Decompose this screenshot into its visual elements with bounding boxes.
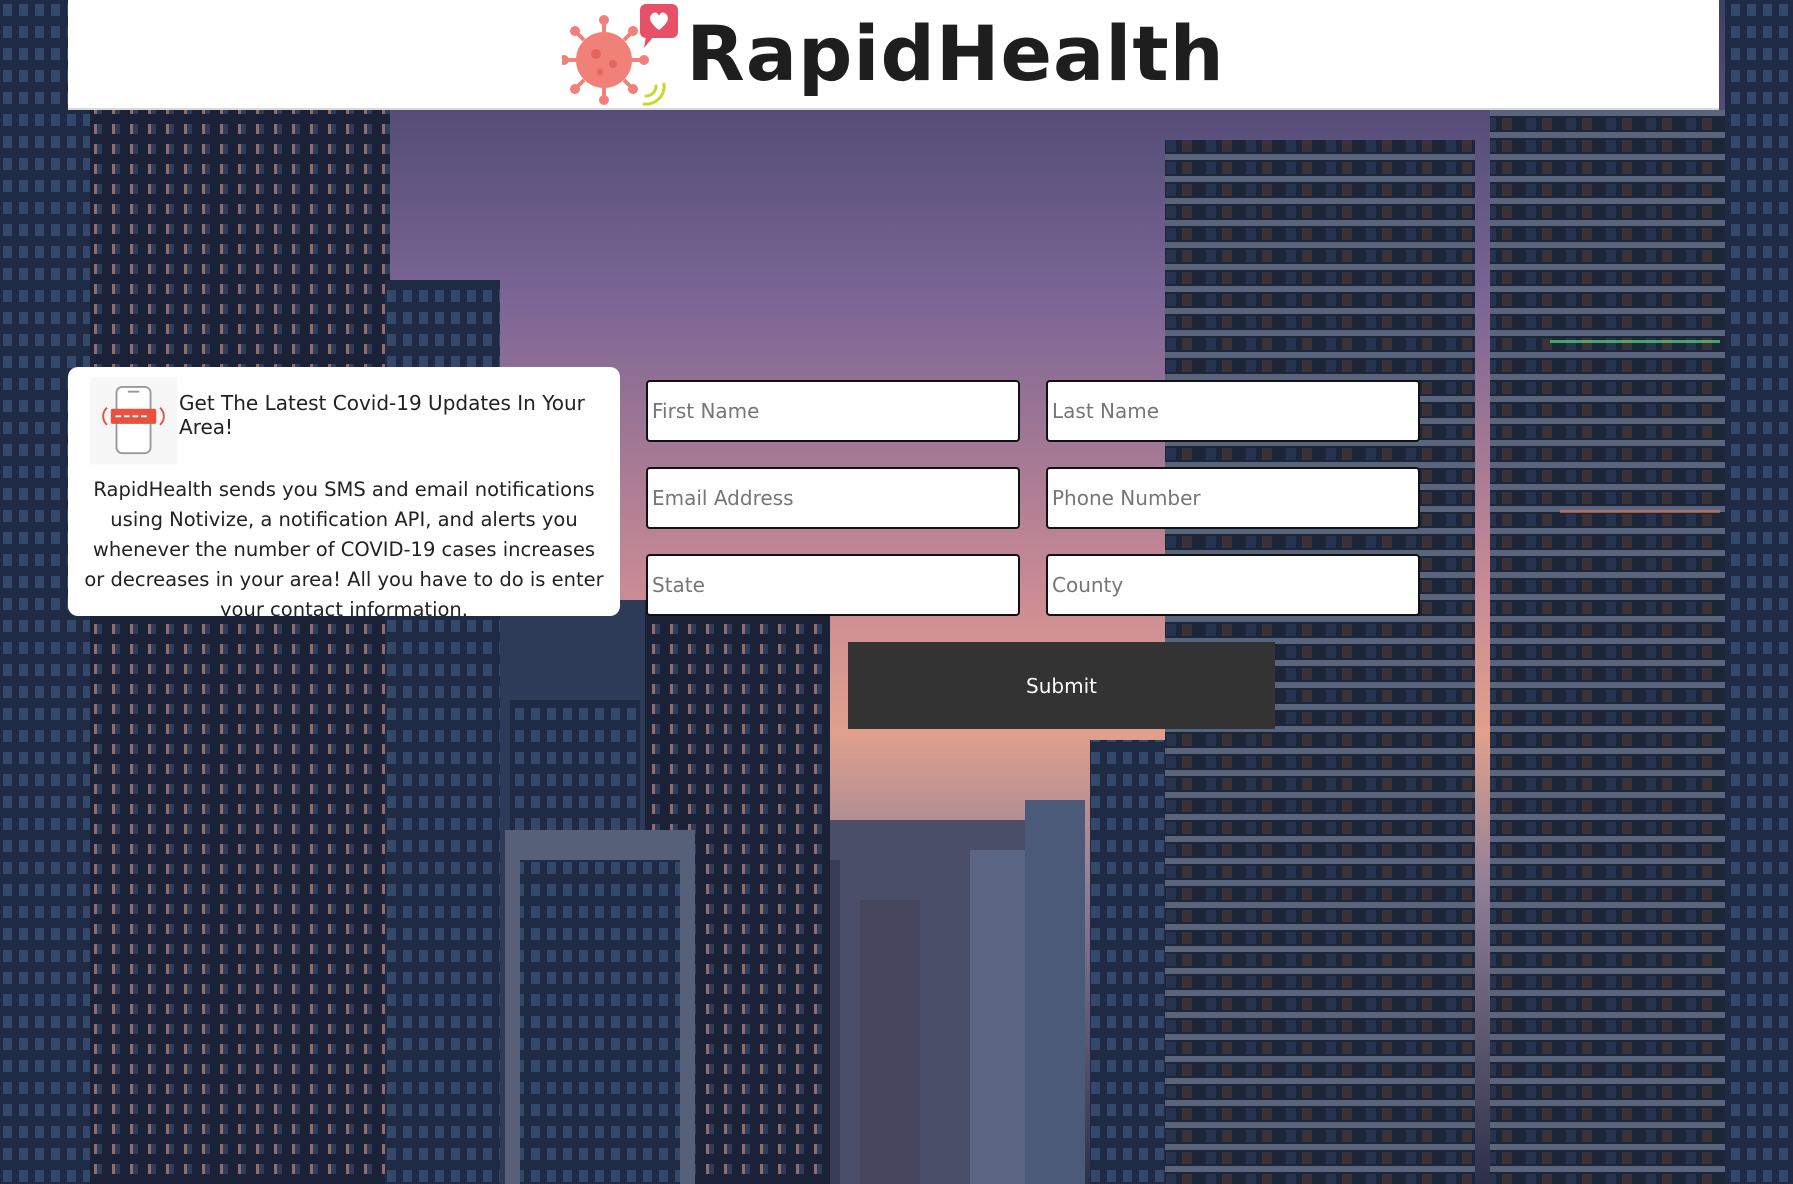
info-card: Get The Latest Covid-19 Updates In Your … [68,367,620,621]
virus-notification-logo-icon [562,4,679,106]
phone-alert-icon [90,377,178,465]
phone-input[interactable] [1046,467,1420,529]
state-input[interactable] [646,554,1020,616]
county-input[interactable] [1046,554,1420,616]
info-card-title: Get The Latest Covid-19 Updates In Your … [179,391,585,439]
last-name-input[interactable] [1046,380,1420,442]
logo[interactable]: RapidHealth [562,0,1225,108]
info-card-header: Get The Latest Covid-19 Updates In Your … [90,375,620,467]
email-input[interactable] [646,467,1020,529]
page: RapidHealth Get The Latest Covid-19 Upda… [0,0,1793,1184]
info-card-description: RapidHealth sends you SMS and email noti… [84,478,604,621]
site-header: RapidHealth [68,0,1719,110]
brand-name: RapidHealth [686,9,1225,98]
first-name-input[interactable] [646,380,1020,442]
submit-button[interactable]: Submit [848,642,1275,729]
